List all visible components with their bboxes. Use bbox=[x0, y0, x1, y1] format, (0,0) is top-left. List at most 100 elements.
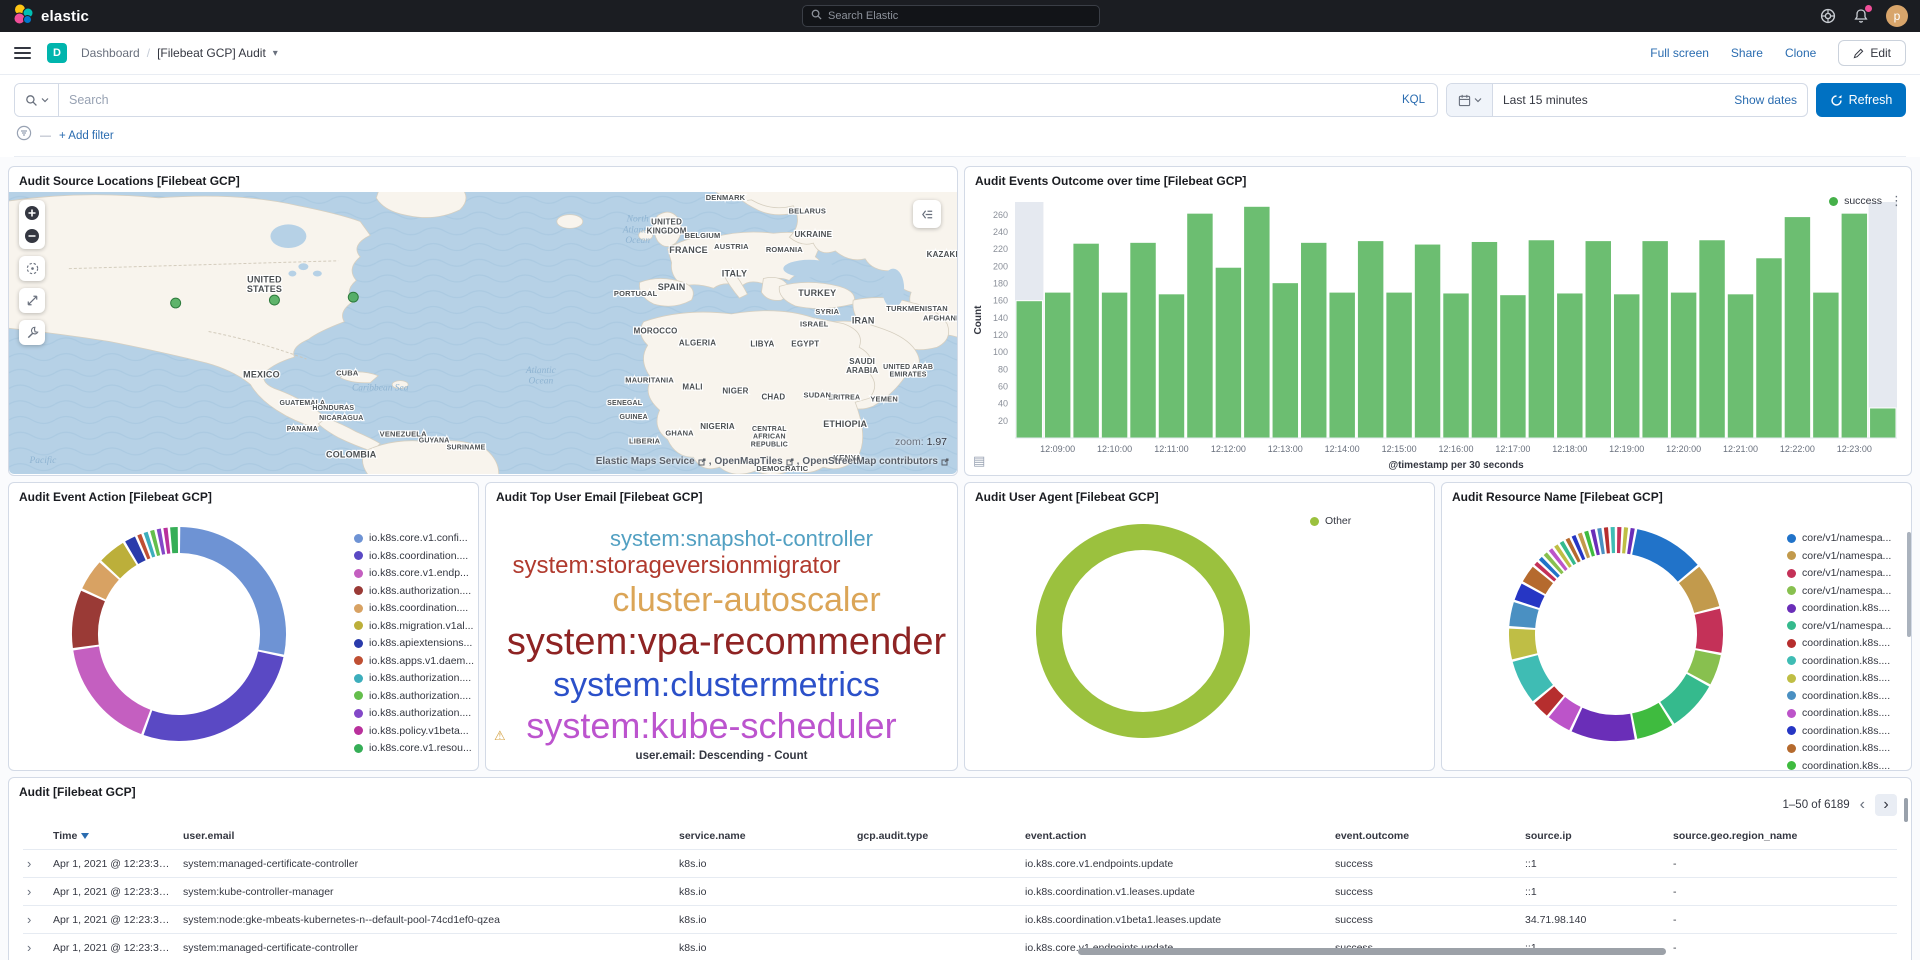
bar[interactable] bbox=[1329, 292, 1355, 438]
column-header-event-outcome[interactable]: event.outcome bbox=[1335, 830, 1525, 842]
bar[interactable] bbox=[1642, 241, 1668, 438]
column-header-source-geo-region-name[interactable]: source.geo.region_name bbox=[1673, 830, 1897, 842]
legend-item[interactable]: coordination.k8s.... bbox=[1787, 725, 1905, 737]
refresh-button[interactable]: Refresh bbox=[1816, 83, 1906, 117]
legend-item-success[interactable]: success bbox=[1844, 195, 1882, 207]
map-canvas[interactable]: NorthAtlanticOceanAtlanticOceanCaribbean… bbox=[9, 192, 957, 474]
map-data-point[interactable] bbox=[171, 298, 181, 308]
legend-item[interactable]: coordination.k8s.... bbox=[1787, 672, 1905, 684]
bar[interactable] bbox=[1301, 242, 1327, 438]
bar[interactable] bbox=[1670, 292, 1696, 438]
tag-cloud-word[interactable]: system:kube-scheduler bbox=[526, 705, 896, 747]
tag-cloud-word[interactable]: system:vpa-recommender bbox=[507, 620, 946, 665]
donut-segment[interactable] bbox=[1582, 545, 1585, 546]
legend-scrollbar[interactable] bbox=[1907, 532, 1911, 637]
donut-segment[interactable] bbox=[111, 554, 130, 569]
bar[interactable] bbox=[1756, 258, 1782, 438]
donut-segment[interactable] bbox=[1544, 695, 1555, 706]
donut-segment[interactable] bbox=[85, 596, 93, 646]
bar[interactable] bbox=[1471, 241, 1497, 438]
bar[interactable] bbox=[1073, 243, 1099, 438]
bar[interactable] bbox=[1044, 292, 1070, 438]
legend-item[interactable]: coordination.k8s.... bbox=[1787, 760, 1905, 772]
legend-item[interactable]: io.k8s.core.v1.endp... bbox=[354, 567, 472, 579]
donut-segment[interactable] bbox=[148, 654, 271, 728]
donut-segment[interactable] bbox=[1544, 570, 1546, 573]
bar[interactable] bbox=[1414, 244, 1440, 438]
chevron-down-icon[interactable]: ▾ bbox=[273, 48, 278, 59]
legend-item[interactable]: Other bbox=[1310, 515, 1428, 527]
breadcrumb-dashboard[interactable]: Dashboard bbox=[81, 46, 140, 60]
map-measure-button[interactable] bbox=[19, 288, 45, 313]
menu-hamburger-icon[interactable] bbox=[14, 47, 31, 59]
donut-segment[interactable] bbox=[1562, 555, 1565, 557]
saved-query-menu-button[interactable] bbox=[15, 84, 59, 116]
bar[interactable] bbox=[1272, 283, 1298, 438]
bar[interactable] bbox=[1016, 301, 1042, 438]
bar[interactable] bbox=[1699, 240, 1725, 438]
bar[interactable] bbox=[1841, 213, 1867, 438]
donut-segment[interactable] bbox=[1548, 566, 1551, 569]
legend-item[interactable]: io.k8s.policy.v1beta... bbox=[354, 725, 472, 737]
warning-icon[interactable]: ⚠ bbox=[494, 728, 506, 744]
bar[interactable] bbox=[1244, 206, 1270, 438]
tag-cloud-word[interactable]: cluster-autoscaler bbox=[612, 580, 880, 620]
zoom-in-button[interactable] bbox=[24, 205, 40, 221]
donut-segment[interactable] bbox=[1594, 542, 1598, 543]
row-expand-icon[interactable]: › bbox=[23, 884, 53, 899]
donut-segment[interactable] bbox=[1629, 541, 1633, 542]
bar[interactable] bbox=[1187, 213, 1213, 438]
donut-segment[interactable] bbox=[180, 540, 273, 652]
row-expand-icon[interactable]: › bbox=[23, 940, 53, 955]
bar[interactable] bbox=[1386, 292, 1412, 438]
donut-segment[interactable] bbox=[1527, 590, 1533, 604]
zoom-out-button[interactable] bbox=[24, 228, 40, 244]
legend-item[interactable]: core/v1/namespa... bbox=[1787, 550, 1905, 562]
bar[interactable] bbox=[1813, 292, 1839, 438]
tag-cloud-word[interactable]: system:clustermetrics bbox=[553, 665, 880, 705]
table-scrollbar[interactable] bbox=[1904, 798, 1908, 822]
search-input[interactable]: Search bbox=[59, 84, 1390, 116]
notifications-bell-icon[interactable] bbox=[1853, 8, 1869, 24]
donut-segment[interactable] bbox=[159, 541, 163, 542]
pagination-prev-icon[interactable]: ‹ bbox=[1860, 796, 1865, 814]
donut-segment[interactable] bbox=[86, 648, 146, 721]
filter-icon[interactable] bbox=[16, 125, 32, 146]
legend-item[interactable]: core/v1/namespa... bbox=[1787, 567, 1905, 579]
donut-segment[interactable] bbox=[154, 543, 158, 544]
bar[interactable] bbox=[1443, 293, 1469, 438]
donut-segment[interactable] bbox=[1699, 653, 1708, 679]
donut-segment[interactable] bbox=[1635, 714, 1666, 726]
show-dates-button[interactable]: Show dates bbox=[1724, 84, 1807, 116]
query-language-button[interactable]: KQL bbox=[1390, 84, 1437, 116]
legend-item[interactable]: coordination.k8s.... bbox=[1787, 637, 1905, 649]
legend-item[interactable]: io.k8s.apps.v1.daem... bbox=[354, 655, 472, 667]
donut-segment[interactable] bbox=[94, 571, 109, 594]
bar[interactable] bbox=[1101, 292, 1127, 438]
time-range-value[interactable]: Last 15 minutes bbox=[1493, 84, 1724, 116]
full-screen-button[interactable]: Full screen bbox=[1650, 46, 1709, 60]
attribution-osm[interactable]: OpenStreetMap contributors bbox=[802, 456, 938, 467]
donut-segment[interactable] bbox=[1572, 549, 1575, 551]
column-header-service-name[interactable]: service.name bbox=[679, 830, 857, 842]
column-header-source-ip[interactable]: source.ip bbox=[1525, 830, 1673, 842]
legend-item[interactable]: core/v1/namespa... bbox=[1787, 532, 1905, 544]
bar[interactable] bbox=[1500, 295, 1526, 438]
donut-segment[interactable] bbox=[1577, 720, 1633, 728]
donut-segment[interactable] bbox=[1635, 542, 1688, 573]
legend-item[interactable]: io.k8s.coordination.... bbox=[354, 550, 472, 562]
legend-item[interactable]: io.k8s.authorization.... bbox=[354, 707, 472, 719]
donut-segment[interactable] bbox=[1552, 562, 1555, 564]
donut-segment[interactable] bbox=[1522, 606, 1526, 627]
legend-item[interactable]: core/v1/namespa... bbox=[1787, 620, 1905, 632]
donut-segment[interactable] bbox=[1525, 658, 1543, 693]
elastic-logo-icon[interactable] bbox=[12, 3, 34, 30]
column-header-event-action[interactable]: event.action bbox=[1025, 830, 1335, 842]
legend-options-icon[interactable]: ⋮ bbox=[1890, 193, 1903, 209]
map-set-view-button[interactable] bbox=[19, 256, 45, 281]
legend-item[interactable]: coordination.k8s.... bbox=[1787, 602, 1905, 614]
legend-item[interactable]: coordination.k8s.... bbox=[1787, 655, 1905, 667]
date-picker-button[interactable] bbox=[1447, 84, 1493, 116]
donut-segment[interactable] bbox=[1707, 612, 1710, 651]
attribution-elastic-maps[interactable]: Elastic Maps Service bbox=[596, 456, 695, 467]
